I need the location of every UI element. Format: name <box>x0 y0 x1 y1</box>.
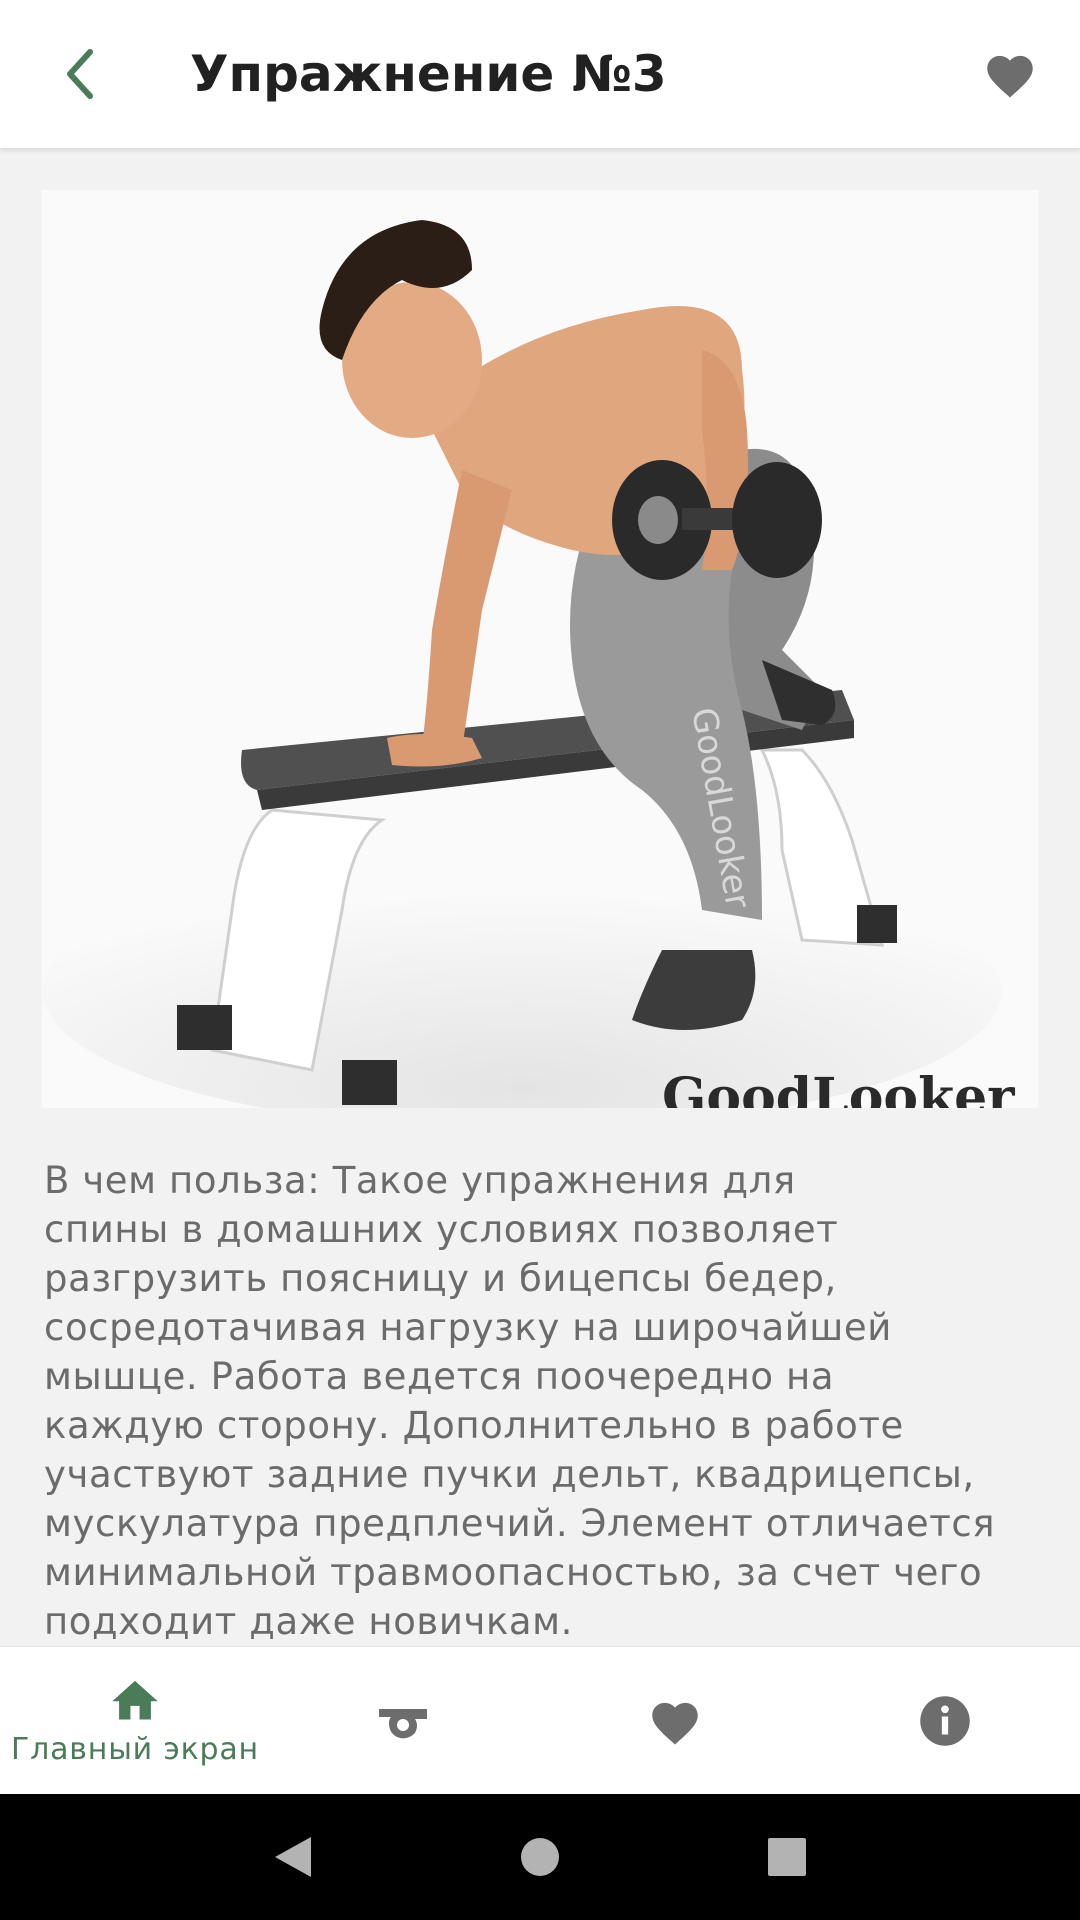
heart-icon <box>652 1702 698 1745</box>
dumbbell-row-illustration: GoodLooker GoodLooker <box>42 190 1038 1108</box>
app-bar: Упражнение №3 <box>0 0 1080 148</box>
nav-item-workouts[interactable] <box>270 1647 540 1794</box>
page-title: Упражнение №3 <box>190 45 667 103</box>
info-icon <box>920 1695 970 1746</box>
heart-icon <box>987 55 1033 98</box>
whistle-icon <box>379 1708 427 1738</box>
system-home-button[interactable] <box>500 1817 580 1897</box>
triangle-back-icon <box>275 1837 312 1877</box>
nav-item-home[interactable]: Главный экран <box>0 1647 270 1794</box>
bottom-watermark: GoodLooker <box>662 1067 1015 1108</box>
system-navigation-bar <box>0 1794 1080 1920</box>
circle-home-icon <box>520 1838 559 1876</box>
system-back-button[interactable] <box>253 1817 333 1897</box>
content-area[interactable]: GoodLooker GoodLooker В чем польза: Тако… <box>0 148 1080 1646</box>
home-icon <box>112 1680 158 1720</box>
bottom-navigation: Главный экран <box>0 1646 1080 1794</box>
exercise-description: В чем польза: Такое упражнения для спины… <box>44 1159 996 1643</box>
square-recents-icon <box>767 1838 806 1876</box>
system-recents-button[interactable] <box>747 1817 827 1897</box>
exercise-illustration: GoodLooker GoodLooker <box>42 190 1038 1108</box>
nav-item-info[interactable] <box>810 1647 1080 1794</box>
nav-label-home: Главный экран <box>11 1732 259 1767</box>
chevron-left-icon <box>67 49 93 99</box>
favorite-button[interactable] <box>970 34 1050 114</box>
nav-item-favorites[interactable] <box>540 1647 810 1794</box>
back-button[interactable] <box>40 34 120 114</box>
